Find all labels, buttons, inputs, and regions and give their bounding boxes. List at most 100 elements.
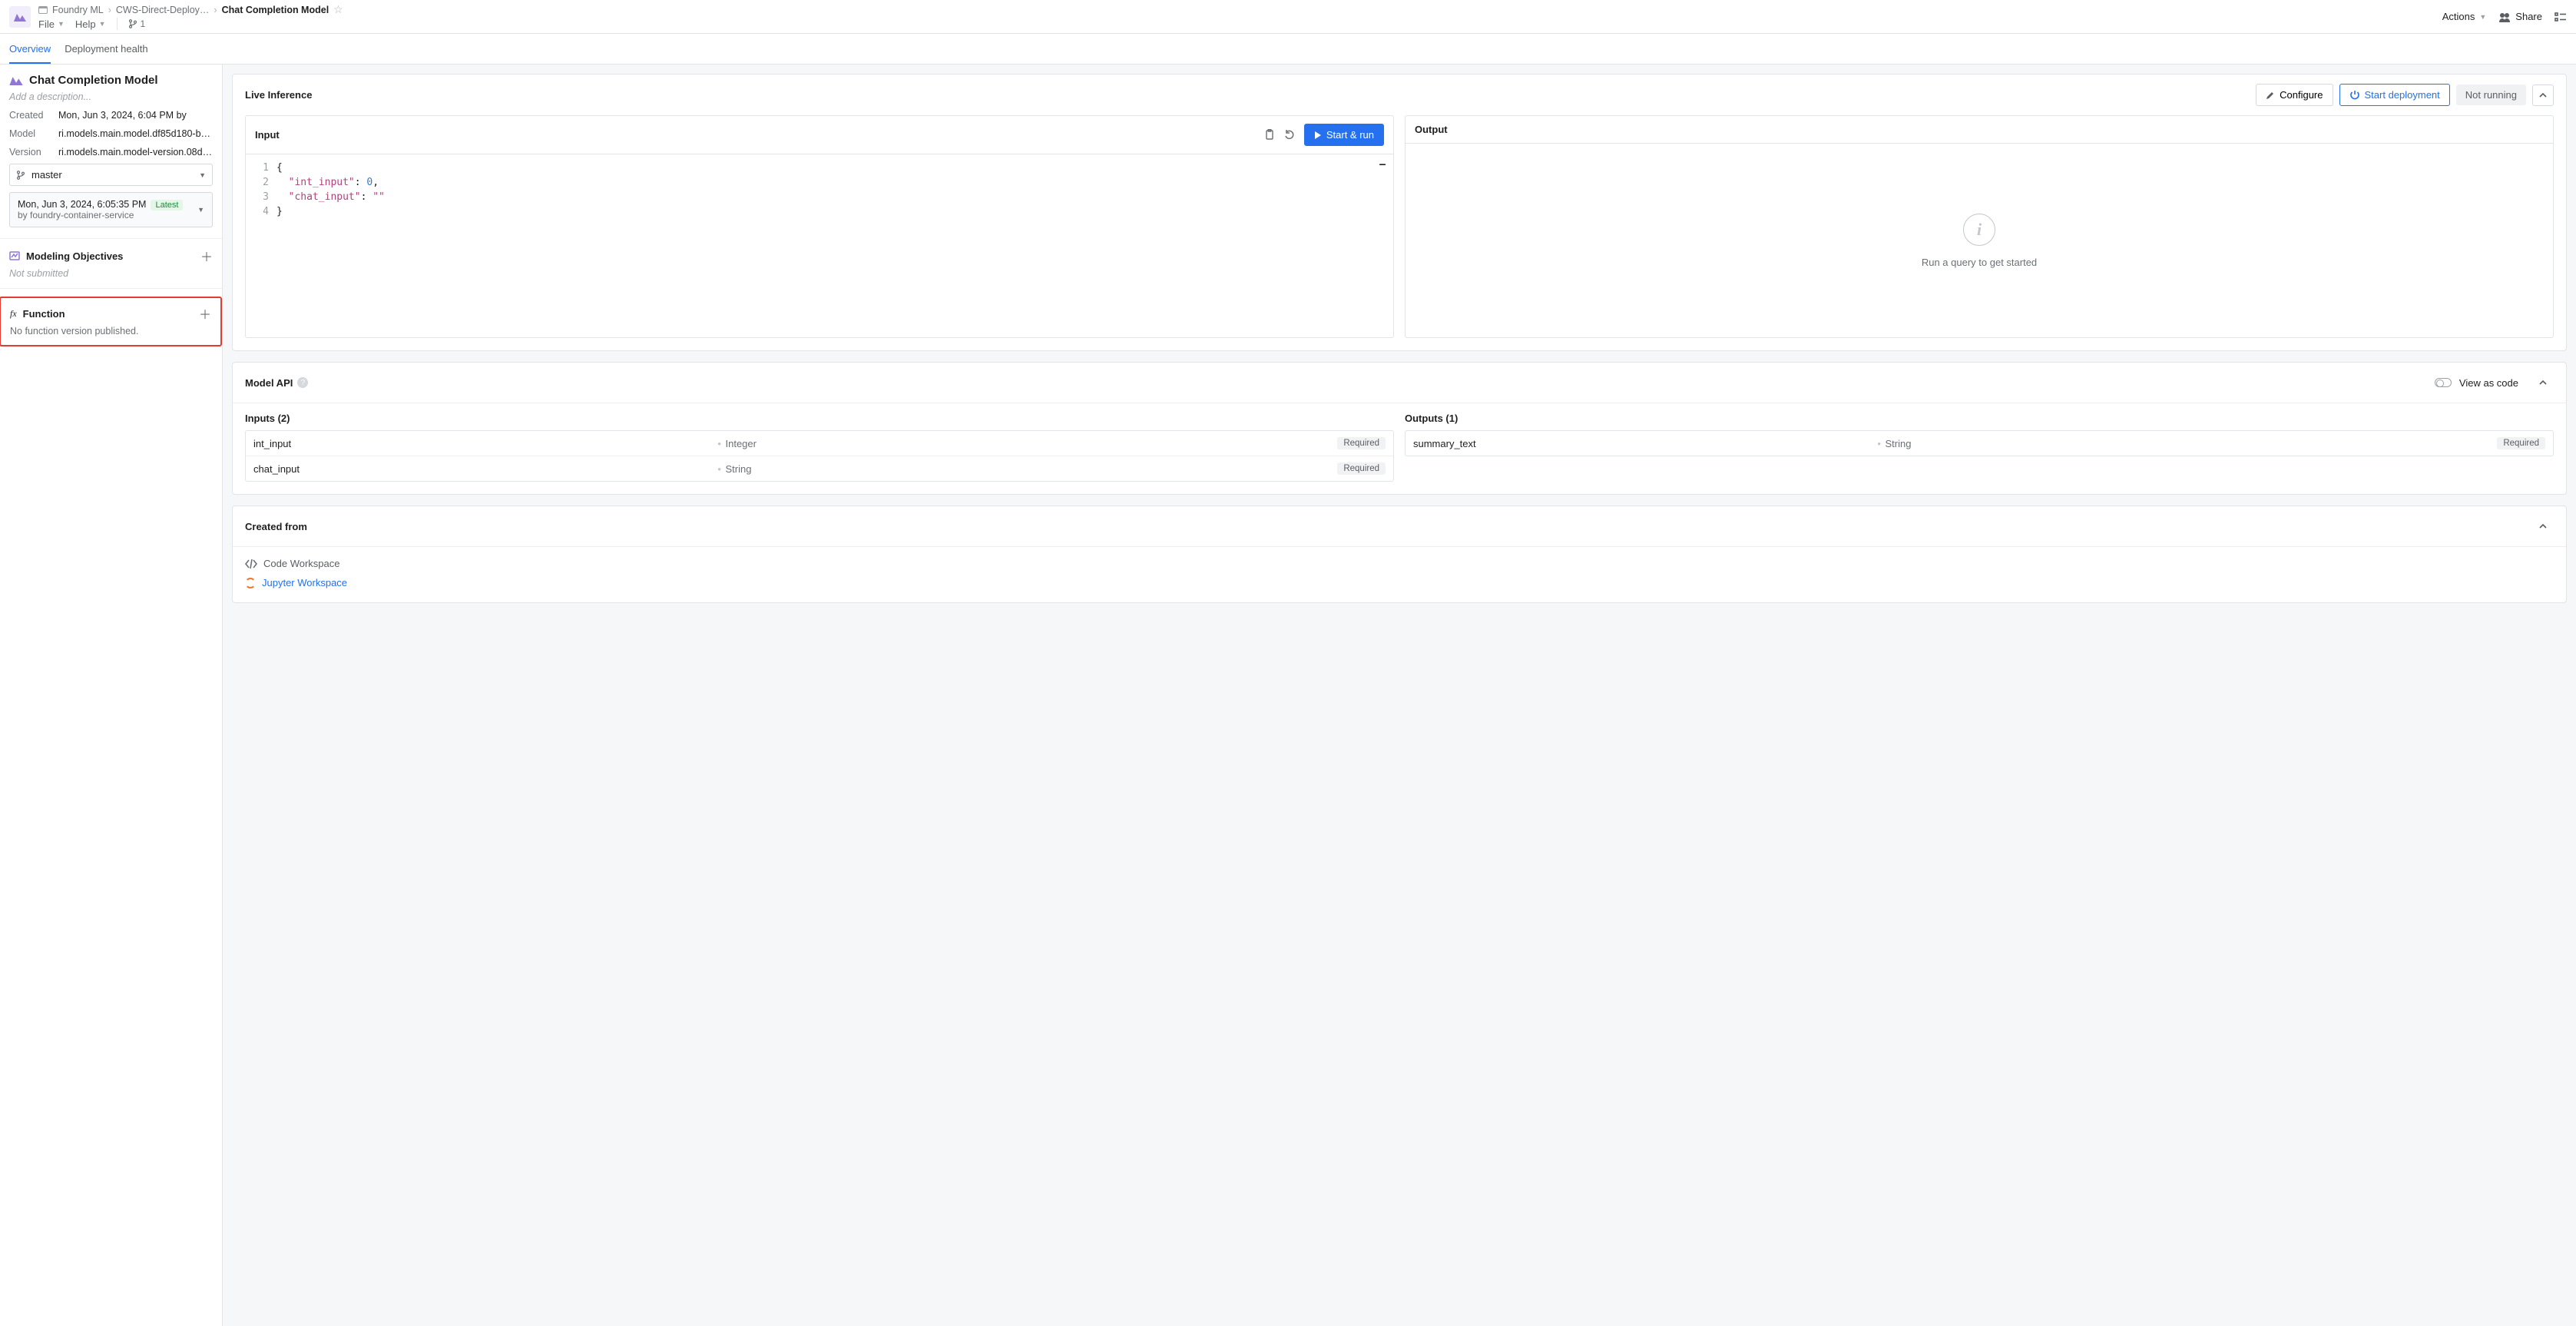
inputs-column: Inputs (2) int_input Integer Required ch…: [245, 413, 1394, 482]
collapse-button[interactable]: [2532, 85, 2554, 106]
code-icon: [245, 559, 257, 569]
add-function-button[interactable]: ＋: [199, 304, 211, 323]
description-placeholder[interactable]: Add a description...: [9, 91, 213, 102]
output-title: Output: [1415, 124, 2544, 135]
jupyter-workspace-link[interactable]: Jupyter Workspace: [245, 577, 2554, 588]
menu-help-label: Help: [75, 18, 96, 30]
menu-file[interactable]: File▼: [38, 18, 65, 30]
chevron-right-icon: ›: [108, 5, 111, 15]
model-api-title: Model API: [245, 377, 293, 389]
input-type: String: [717, 463, 1337, 475]
required-badge: Required: [1337, 462, 1386, 475]
clipboard-button[interactable]: [1260, 125, 1280, 145]
objectives-body: Not submitted: [0, 268, 222, 289]
branch-name: master: [31, 169, 62, 181]
input-title: Input: [255, 129, 1260, 141]
branch-icon: [16, 171, 25, 180]
actions-menu[interactable]: Actions ▼: [2442, 11, 2487, 22]
fold-icon[interactable]: —: [1379, 159, 1386, 171]
collapse-button[interactable]: [2532, 515, 2554, 537]
deployment-status: Not running: [2456, 85, 2526, 105]
created-from-body: Code Workspace Jupyter Workspace: [233, 546, 2566, 602]
branch-indicator[interactable]: 1: [128, 18, 146, 29]
chevron-up-icon: [2539, 524, 2547, 529]
outputs-column: Outputs (1) summary_text String Required: [1405, 413, 2554, 482]
breadcrumb-root[interactable]: Foundry ML: [52, 5, 104, 15]
model-api-card: Model API ? View as code Inputs (2) int_…: [232, 362, 2567, 495]
add-objective-button[interactable]: ＋: [200, 247, 213, 265]
live-inference-card: Live Inference Configure Start deploymen…: [232, 74, 2567, 351]
divider: [117, 18, 118, 30]
input-name: int_input: [253, 438, 717, 449]
model-icon: [9, 75, 23, 85]
version-date: Mon, Jun 3, 2024, 6:05:35 PM: [18, 199, 146, 210]
chevron-right-icon: ›: [214, 5, 217, 15]
header-left: Foundry ML › CWS-Direct-Deploy… › Chat C…: [38, 0, 343, 33]
view-as-code-toggle[interactable]: [2435, 378, 2452, 387]
collapse-button[interactable]: [2532, 372, 2554, 393]
breadcrumb-mid[interactable]: CWS-Direct-Deploy…: [116, 5, 210, 15]
breadcrumb: Foundry ML › CWS-Direct-Deploy… › Chat C…: [38, 3, 343, 16]
input-type: Integer: [717, 438, 1337, 449]
help-icon[interactable]: ?: [297, 377, 308, 388]
model-label: Model: [9, 128, 48, 139]
menu-bar: File▼ Help▼ 1: [38, 18, 343, 30]
function-section: fx Function ＋ No function version publis…: [0, 297, 222, 346]
app-logo: [9, 6, 31, 28]
start-deployment-label: Start deployment: [2365, 89, 2440, 101]
menu-help[interactable]: Help▼: [75, 18, 106, 30]
code-body: { "int_input": 0, "chat_input": "" }: [276, 161, 1393, 219]
reset-button[interactable]: [1280, 125, 1300, 145]
tab-deployment-health[interactable]: Deployment health: [65, 35, 147, 62]
model-api-body: Inputs (2) int_input Integer Required ch…: [233, 403, 2566, 494]
output-empty-state: i Run a query to get started: [1406, 144, 2553, 337]
tab-overview[interactable]: Overview: [9, 35, 51, 64]
jupyter-workspace-label: Jupyter Workspace: [262, 577, 347, 588]
menu-file-label: File: [38, 18, 55, 30]
chevron-down-icon: ▼: [2479, 13, 2486, 21]
model-title: Chat Completion Model: [29, 74, 158, 87]
share-button[interactable]: Share: [2498, 11, 2542, 22]
main: Chat Completion Model Add a description.…: [0, 65, 2576, 1326]
model-header-section: Chat Completion Model Add a description.…: [0, 65, 222, 239]
sidebar: Chat Completion Model Add a description.…: [0, 65, 223, 1326]
objectives-header: Modeling Objectives ＋: [0, 239, 222, 268]
created-value: Mon, Jun 3, 2024, 6:04 PM by: [58, 110, 187, 121]
start-run-button[interactable]: Start & run: [1304, 124, 1384, 146]
live-inference-title: Live Inference: [245, 89, 312, 101]
branch-icon: [128, 19, 137, 28]
code-workspace-row: Code Workspace: [245, 558, 2554, 569]
function-header: fx Function ＋: [1, 298, 220, 326]
required-badge: Required: [1337, 437, 1386, 449]
actions-label: Actions: [2442, 11, 2475, 22]
function-body: No function version published.: [1, 326, 220, 344]
output-panel-header: Output: [1406, 116, 2553, 144]
line-gutter: 1234: [246, 161, 276, 219]
input-name: chat_input: [253, 463, 717, 475]
function-icon: fx: [10, 308, 17, 320]
branch-select[interactable]: master ▼: [9, 164, 213, 186]
outputs-title: Outputs (1): [1405, 413, 2554, 424]
chevron-up-icon: [2539, 93, 2547, 98]
chevron-down-icon: ▼: [197, 206, 204, 214]
code-editor[interactable]: — 1234 { "int_input": 0, "chat_input": "…: [246, 154, 1393, 225]
star-icon[interactable]: ☆: [333, 3, 343, 16]
required-badge: Required: [2497, 437, 2545, 449]
created-from-header: Created from: [233, 506, 2566, 546]
chevron-down-icon: ▼: [58, 20, 65, 28]
output-name: summary_text: [1413, 438, 1877, 449]
configure-button[interactable]: Configure: [2256, 84, 2333, 106]
inputs-list: int_input Integer Required chat_input St…: [245, 430, 1394, 482]
header-right: Actions ▼ Share: [2442, 11, 2567, 22]
code-workspace-label: Code Workspace: [263, 558, 339, 569]
panel-toggle-icon[interactable]: [2554, 12, 2567, 22]
jupyter-icon: [245, 578, 256, 588]
start-deployment-button[interactable]: Start deployment: [2339, 84, 2450, 106]
version-select[interactable]: Mon, Jun 3, 2024, 6:05:35 PMLatest by fo…: [9, 192, 213, 227]
top-header: Foundry ML › CWS-Direct-Deploy… › Chat C…: [0, 0, 2576, 34]
chevron-down-icon: ▼: [99, 20, 106, 28]
model-value: ri.models.main.model.df85d180-b65c-4…: [58, 128, 213, 139]
live-inference-header: Live Inference Configure Start deploymen…: [233, 75, 2566, 115]
output-type: String: [1877, 438, 2497, 449]
function-title: Function: [23, 308, 199, 320]
